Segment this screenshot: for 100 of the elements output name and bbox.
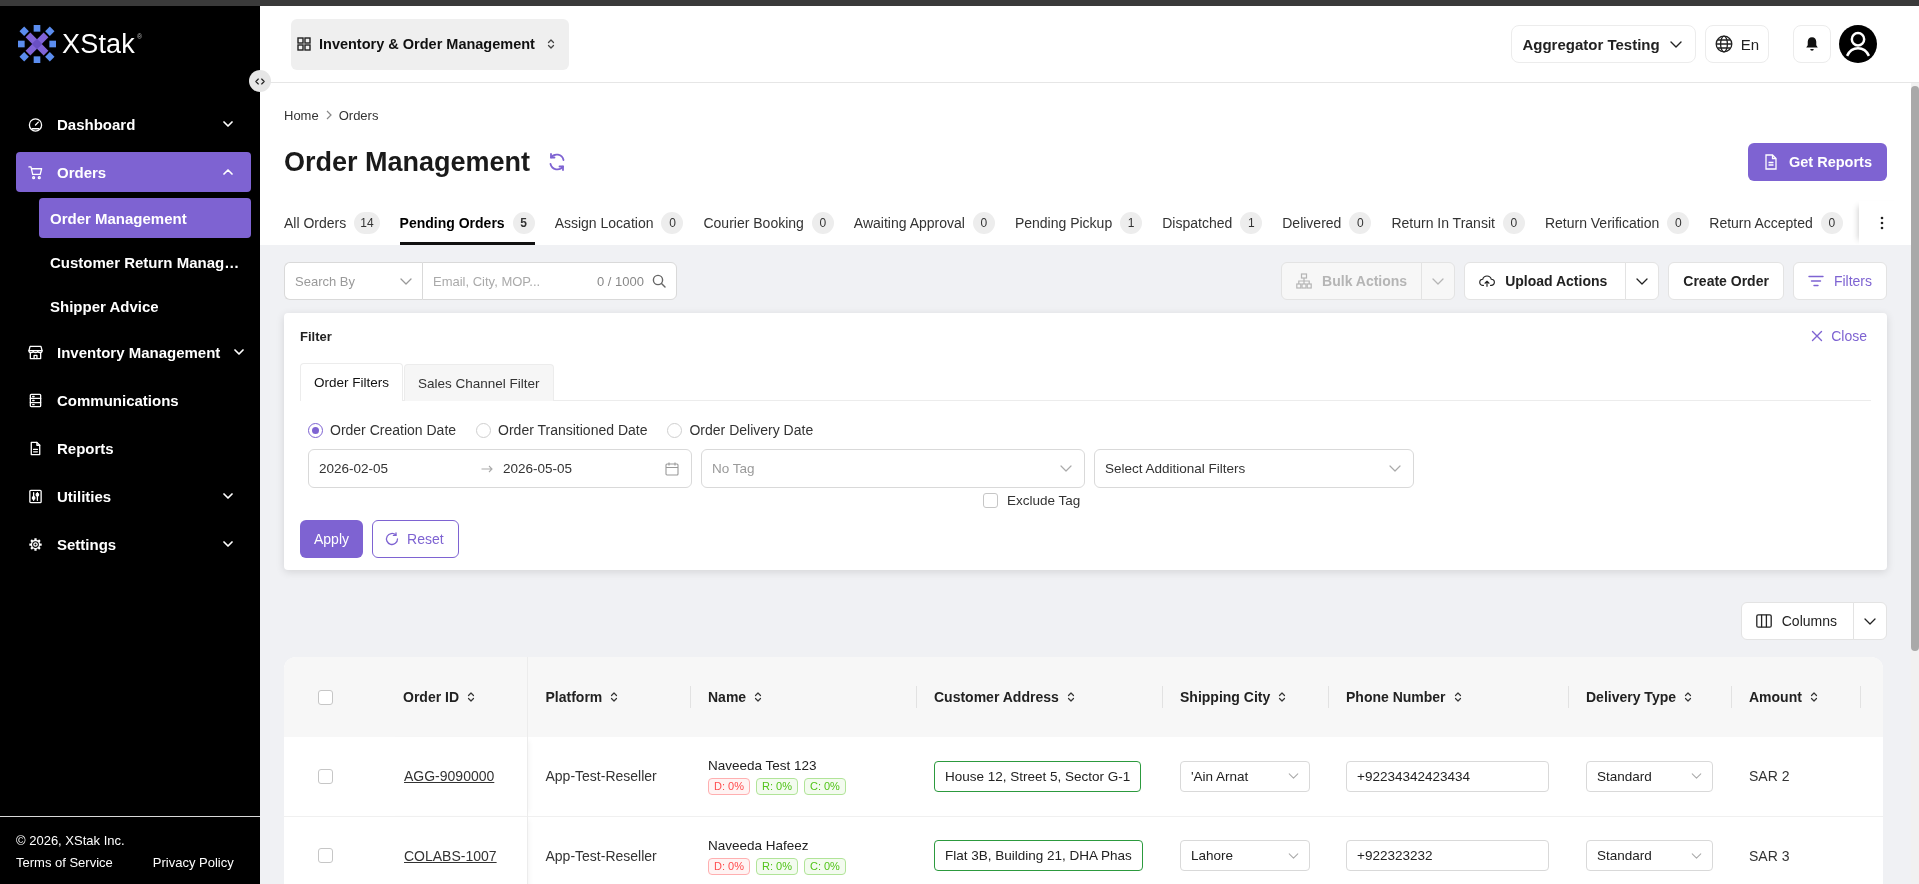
exclude-tag-option[interactable]: Exclude Tag bbox=[983, 492, 1085, 508]
document-icon bbox=[1763, 154, 1779, 170]
order-id-link[interactable]: COLABS-1007 bbox=[404, 847, 497, 864]
chevron-down-icon bbox=[1864, 617, 1876, 625]
sort-icon bbox=[1809, 691, 1818, 703]
tab-count: 0 bbox=[1667, 212, 1690, 234]
columns-menu-button[interactable] bbox=[1853, 602, 1887, 640]
status-tab[interactable]: Assign Location 0 bbox=[554, 201, 684, 245]
column-header[interactable]: Delivery Type bbox=[1568, 657, 1731, 737]
sidebar-item[interactable]: Settings bbox=[16, 524, 251, 564]
sidebar-item[interactable]: Reports bbox=[16, 428, 251, 468]
column-header[interactable]: Order ID bbox=[384, 657, 527, 737]
avatar-icon[interactable] bbox=[1839, 25, 1877, 63]
tab-count: 0 bbox=[811, 212, 834, 234]
customer-name: Naveeda Test 123 bbox=[708, 757, 818, 776]
upload-actions-menu-button[interactable] bbox=[1625, 262, 1660, 300]
table-cell: SAR 2 bbox=[1731, 737, 1860, 816]
apply-button[interactable]: Apply bbox=[300, 520, 364, 558]
page-title: Order Management bbox=[284, 146, 531, 178]
delivery-type-select[interactable]: Standard bbox=[1586, 760, 1713, 792]
address-field[interactable]: House 12, Street 5, Sector G-1 bbox=[934, 760, 1142, 792]
upload-actions-button[interactable]: Upload Actions bbox=[1464, 262, 1627, 300]
status-tab[interactable]: Delivered 0 bbox=[1282, 201, 1372, 245]
column-header[interactable]: Customer Address bbox=[916, 657, 1162, 737]
bell-icon bbox=[1804, 36, 1820, 52]
filter-tab[interactable]: Sales Channel Filter bbox=[404, 364, 554, 401]
exclude-tag-checkbox[interactable] bbox=[983, 492, 998, 508]
columns-button[interactable]: Columns bbox=[1740, 602, 1854, 640]
server-icon bbox=[28, 392, 43, 408]
sidebar-item[interactable]: Inventory Management bbox=[16, 332, 251, 372]
column-header[interactable]: Shipping City bbox=[1162, 657, 1328, 737]
sidebar-item[interactable]: Communications bbox=[16, 380, 251, 420]
scrollbar[interactable] bbox=[1911, 83, 1919, 884]
status-tab[interactable]: Return In Transit 0 bbox=[1391, 201, 1525, 245]
tab-count: 1 bbox=[1240, 212, 1263, 234]
date-type-option[interactable]: Order Creation Date bbox=[308, 421, 457, 439]
tab-count: 0 bbox=[661, 212, 684, 234]
reset-button[interactable]: Reset bbox=[372, 520, 459, 558]
calendar-icon bbox=[665, 461, 679, 476]
arrow-right-icon bbox=[481, 464, 493, 473]
phone-field[interactable]: +922323232 bbox=[1346, 840, 1549, 871]
date-range-field[interactable]: 2026-02-05 2026-05-05 bbox=[308, 449, 692, 488]
select-all-checkbox[interactable] bbox=[318, 689, 333, 705]
column-header[interactable]: Platform bbox=[527, 657, 690, 737]
delivery-type-select[interactable]: Standard bbox=[1586, 840, 1713, 871]
column-header[interactable]: Amount bbox=[1731, 657, 1860, 737]
address-field[interactable]: Flat 3B, Building 21, DHA Phas bbox=[934, 840, 1143, 871]
cart-icon bbox=[28, 164, 43, 180]
language-button[interactable]: En bbox=[1704, 25, 1769, 63]
get-reports-button[interactable]: Get Reports bbox=[1748, 143, 1887, 181]
column-header[interactable]: Phone Number bbox=[1328, 657, 1568, 737]
chevron-down-icon bbox=[1432, 277, 1445, 285]
column-header[interactable]: Name bbox=[690, 657, 916, 737]
filter-tab[interactable]: Order Filters bbox=[300, 363, 403, 401]
additional-filters-select[interactable]: Select Additional Filters bbox=[1094, 449, 1414, 488]
more-icon bbox=[1880, 216, 1884, 230]
create-order-button[interactable]: Create Order bbox=[1668, 262, 1784, 300]
account-dropdown[interactable]: Aggregator Testing bbox=[1511, 25, 1696, 63]
radio-button[interactable] bbox=[308, 422, 323, 438]
city-select[interactable]: Lahore bbox=[1180, 840, 1310, 871]
close-button[interactable]: Close bbox=[1811, 328, 1867, 344]
status-tab[interactable]: All Orders 14 bbox=[284, 201, 380, 245]
status-tab[interactable]: Awaiting Approval 0 bbox=[853, 201, 995, 245]
rate-tag: D: 0% bbox=[708, 778, 750, 796]
city-select[interactable]: 'Ain Arnat bbox=[1180, 760, 1310, 792]
chevron-right-icon bbox=[325, 110, 332, 120]
sidebar-subitem[interactable]: Shipper Advice bbox=[39, 286, 251, 326]
row-checkbox[interactable] bbox=[318, 848, 333, 863]
module-switcher[interactable]: Inventory & Order Management bbox=[291, 18, 569, 70]
footer-link[interactable]: Privacy Policy bbox=[152, 854, 234, 872]
status-tab[interactable]: Return Accepted 0 bbox=[1709, 201, 1843, 245]
sidebar-item[interactable]: Utilities bbox=[16, 476, 251, 516]
logo-wordmark: XStak$^{®}$ bbox=[62, 28, 143, 60]
chevron-down-icon bbox=[1691, 773, 1702, 780]
status-tab[interactable]: Dispatched 1 bbox=[1162, 201, 1263, 245]
sidebar-subitem[interactable]: Order Management bbox=[39, 198, 251, 238]
search-field[interactable]: Email, City, MOP... 0 / 1000 bbox=[422, 262, 677, 300]
gauge-icon bbox=[28, 116, 43, 132]
date-type-option[interactable]: Order Delivery Date bbox=[667, 421, 814, 439]
date-type-option[interactable]: Order Transitioned Date bbox=[476, 421, 648, 439]
bulk-actions-menu-button[interactable] bbox=[1421, 262, 1456, 300]
sidebar-item[interactable]: Dashboard bbox=[16, 104, 251, 144]
scrollbar-thumb[interactable] bbox=[1911, 86, 1919, 651]
panel-title: Filter bbox=[300, 328, 332, 344]
sidebar-item[interactable]: Orders bbox=[16, 152, 251, 192]
status-tab[interactable]: Pending Pickup 1 bbox=[1014, 201, 1143, 245]
globe-icon bbox=[1714, 35, 1733, 53]
sidebar-subitem[interactable]: Customer Return Manag… bbox=[39, 242, 251, 282]
footer-link[interactable]: Terms of Service bbox=[16, 854, 113, 872]
filters-button[interactable]: Filters bbox=[1792, 262, 1887, 300]
notifications-button[interactable] bbox=[1793, 25, 1831, 63]
row-checkbox[interactable] bbox=[318, 768, 333, 784]
character-counter: 0 / 1000 bbox=[597, 273, 644, 289]
status-tab[interactable]: Courier Booking 0 bbox=[703, 201, 834, 245]
status-tab[interactable]: Return Verification 0 bbox=[1544, 201, 1690, 245]
hierarchy-icon bbox=[1296, 273, 1313, 289]
breadcrumb-link[interactable]: Home bbox=[284, 107, 319, 123]
phone-field[interactable]: +92234342423434 bbox=[1346, 760, 1549, 792]
order-id-link[interactable]: AGG-9090000 bbox=[404, 768, 495, 785]
rate-tag: C: 0% bbox=[803, 857, 846, 875]
